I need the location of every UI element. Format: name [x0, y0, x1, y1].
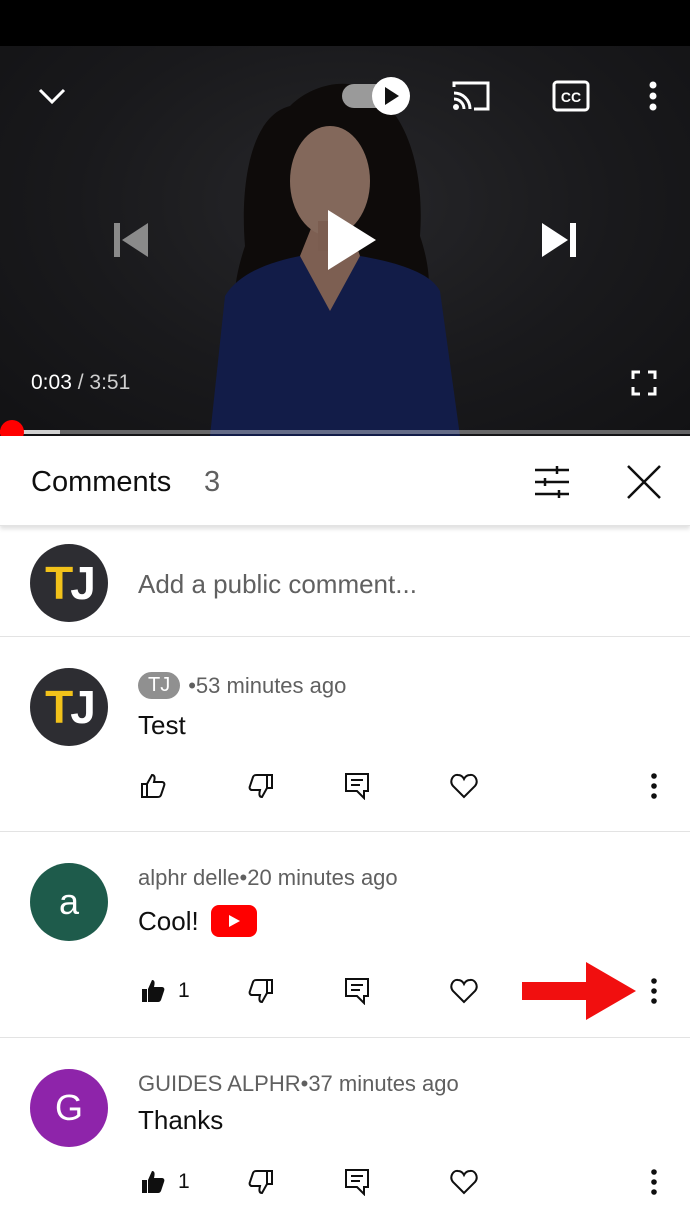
comment-item: G GUIDES ALPHR • 37 minutes ago Thanks 1 — [0, 1039, 690, 1227]
comment-author[interactable]: TJ — [138, 672, 181, 699]
heart-button[interactable] — [450, 766, 478, 806]
tj-logo-icon: TJ — [45, 557, 96, 609]
like-count: 1 — [178, 1170, 190, 1193]
heart-icon — [450, 978, 478, 1004]
more-vert-icon — [651, 978, 657, 1004]
comment-meta: alphr delle • 20 minutes ago — [138, 865, 398, 891]
avatar[interactable]: TJ — [30, 668, 108, 746]
annotation-arrow-icon — [522, 962, 636, 1020]
comment-meta: TJ • 53 minutes ago — [138, 672, 346, 699]
heart-icon — [450, 1169, 478, 1195]
comments-header: Comments 3 — [0, 436, 690, 526]
comment-more-button[interactable] — [650, 766, 658, 806]
avatar[interactable]: G — [30, 1069, 108, 1147]
thumbs-down-icon — [248, 1170, 273, 1195]
current-time: 0:03 — [31, 371, 72, 394]
comment-item: TJ TJ • 53 minutes ago Test — [0, 638, 690, 832]
reply-button[interactable] — [344, 766, 370, 806]
avatar[interactable]: a — [30, 863, 108, 941]
dislike-button[interactable] — [248, 1162, 274, 1202]
reply-button[interactable] — [344, 1162, 370, 1202]
video-player[interactable]: CC 0:03 / 3:51 — [0, 46, 690, 436]
reply-icon — [345, 978, 369, 1005]
autoplay-toggle-icon[interactable] — [340, 74, 414, 118]
comment-actions — [0, 766, 690, 806]
cc-icon[interactable]: CC — [550, 76, 592, 116]
comment-author[interactable]: alphr delle — [138, 865, 240, 891]
comment-more-button[interactable] — [650, 971, 658, 1011]
dislike-button[interactable] — [248, 766, 274, 806]
add-comment-row[interactable]: TJ Add a public comment... — [0, 527, 690, 637]
like-button[interactable]: 1 — [140, 1162, 190, 1202]
add-comment-input[interactable]: Add a public comment... — [138, 569, 417, 600]
thumbs-up-filled-icon — [142, 1171, 165, 1193]
heart-button[interactable] — [450, 971, 478, 1011]
comment-text: Cool! — [138, 905, 257, 937]
comment-text: Thanks — [138, 1105, 223, 1136]
comment-time: 53 minutes ago — [195, 672, 347, 698]
comment-actions: 1 — [0, 1162, 690, 1202]
tj-logo-icon: TJ — [45, 681, 96, 733]
avatar: TJ — [30, 544, 108, 622]
fullscreen-icon[interactable] — [626, 366, 662, 400]
skip-next-icon[interactable] — [538, 218, 582, 262]
like-count: 1 — [178, 979, 190, 1002]
dislike-button[interactable] — [248, 971, 274, 1011]
comment-time: 20 minutes ago — [247, 865, 398, 890]
more-vert-icon — [651, 773, 657, 799]
reply-icon — [345, 1169, 369, 1196]
like-button[interactable] — [140, 766, 166, 806]
comment-time: 37 minutes ago — [308, 1071, 459, 1096]
comment-text-value: Test — [138, 710, 186, 740]
meta-separator: • — [188, 672, 196, 698]
meta-separator: • — [239, 865, 248, 890]
more-vert-icon — [651, 1169, 657, 1195]
duration: 3:51 — [89, 371, 131, 394]
comment-text-value: Thanks — [138, 1105, 224, 1135]
thumbs-up-filled-icon — [142, 980, 165, 1002]
like-button[interactable]: 1 — [140, 971, 190, 1011]
comments-count: 3 — [204, 466, 221, 498]
avatar-letter: G — [54, 1087, 83, 1128]
svg-text:CC: CC — [561, 89, 581, 105]
comments-title: Comments — [31, 466, 172, 498]
avatar-letter: a — [58, 881, 80, 922]
comment-meta: GUIDES ALPHR • 37 minutes ago — [138, 1071, 459, 1097]
sort-filter-icon[interactable] — [530, 460, 574, 504]
reply-icon — [345, 773, 369, 800]
cast-icon[interactable] — [448, 76, 494, 116]
heart-icon — [450, 773, 478, 799]
thumbs-up-icon — [141, 773, 166, 798]
thumbs-down-icon — [248, 774, 273, 799]
chevron-down-icon[interactable] — [30, 76, 74, 116]
time-display: 0:03 / 3:51 — [31, 371, 130, 395]
more-vert-icon[interactable] — [638, 76, 668, 116]
comment-text-value: Cool! — [138, 905, 199, 936]
comment-author[interactable]: GUIDES ALPHR — [138, 1071, 301, 1097]
time-separator: / — [71, 371, 90, 394]
play-icon[interactable] — [318, 204, 382, 276]
heart-button[interactable] — [450, 1162, 478, 1202]
progress-bar[interactable] — [0, 430, 690, 434]
close-icon[interactable] — [622, 460, 666, 504]
status-bar — [0, 0, 690, 46]
skip-previous-icon[interactable] — [108, 218, 152, 262]
youtube-emoji-icon — [210, 905, 257, 937]
thumbs-down-icon — [248, 979, 273, 1004]
reply-button[interactable] — [344, 971, 370, 1011]
comment-text: Test — [138, 710, 186, 741]
meta-separator: • — [300, 1071, 309, 1096]
comment-more-button[interactable] — [650, 1162, 658, 1202]
